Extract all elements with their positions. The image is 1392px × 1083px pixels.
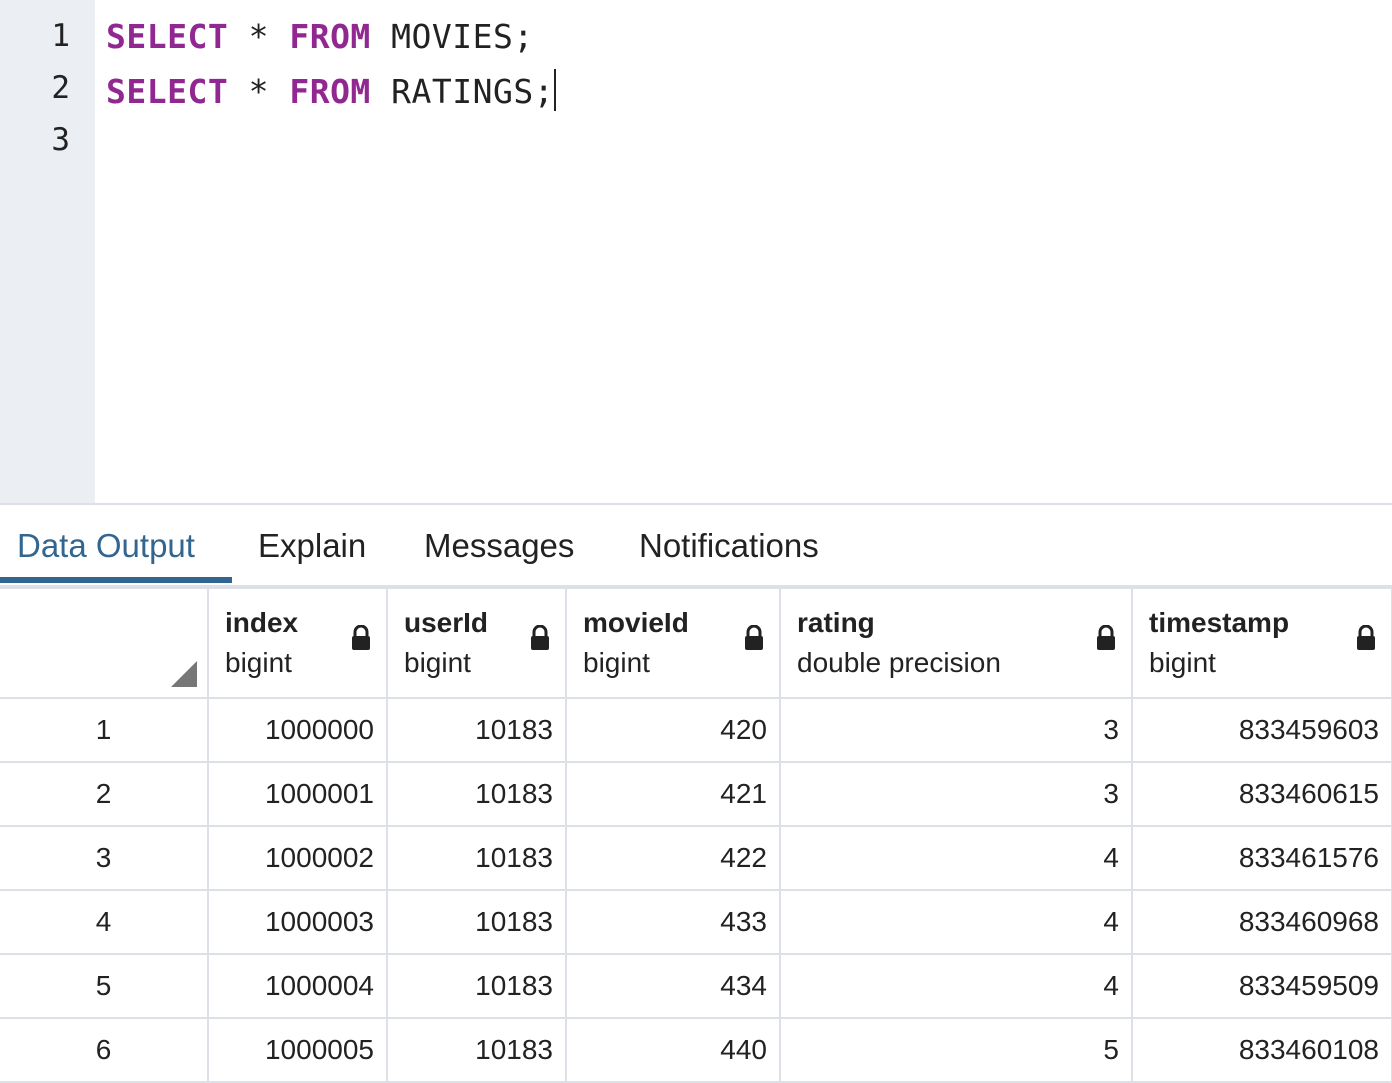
code-line[interactable]: SELECT * FROM MOVIES; <box>106 17 534 56</box>
lock-icon <box>1095 624 1117 651</box>
line-number: 3 <box>51 122 70 158</box>
row-number[interactable]: 4 <box>0 889 209 955</box>
operator: * <box>228 17 290 56</box>
column-name: movieId <box>583 607 689 638</box>
tab-messages[interactable]: Messages <box>424 527 574 565</box>
cell-userid[interactable]: 10183 <box>386 953 567 1019</box>
text-cursor <box>554 69 557 111</box>
cell-rating[interactable]: 4 <box>779 825 1133 891</box>
cell-userid[interactable]: 10183 <box>386 761 567 827</box>
column-header-timestamp[interactable]: timestamp bigint <box>1131 587 1392 699</box>
select-all-corner[interactable] <box>0 587 209 699</box>
identifier: RATINGS; <box>370 72 555 111</box>
column-name: userId <box>404 607 489 638</box>
identifier: MOVIES; <box>370 17 534 56</box>
cell-userid[interactable]: 10183 <box>386 697 567 763</box>
keyword: FROM <box>289 72 371 111</box>
column-type: double precision <box>797 647 1001 678</box>
cell-index[interactable]: 1000001 <box>207 761 388 827</box>
cell-rating[interactable]: 3 <box>779 697 1133 763</box>
row-number[interactable]: 2 <box>0 761 209 827</box>
cell-rating[interactable]: 5 <box>779 1017 1133 1083</box>
cell-index[interactable]: 1000003 <box>207 889 388 955</box>
cell-rating[interactable]: 4 <box>779 889 1133 955</box>
cell-index[interactable]: 1000004 <box>207 953 388 1019</box>
cell-movieid[interactable]: 440 <box>565 1017 781 1083</box>
cell-timestamp[interactable]: 833460615 <box>1131 761 1392 827</box>
column-type: bigint <box>404 647 471 678</box>
tab-notifications[interactable]: Notifications <box>639 527 819 565</box>
keyword: SELECT <box>106 17 229 56</box>
cell-movieid[interactable]: 434 <box>565 953 781 1019</box>
column-header-index[interactable]: index bigint <box>207 587 388 699</box>
cell-timestamp[interactable]: 833460108 <box>1131 1017 1392 1083</box>
table-row[interactable]: 3 1000002 10183 422 4 833461576 <box>0 825 1392 891</box>
line-number: 1 <box>51 18 70 54</box>
lock-icon <box>743 624 765 651</box>
resize-corner-icon <box>171 661 197 687</box>
results-grid: index bigint userId bigint movieId bigint rati… <box>0 587 1392 1083</box>
cell-userid[interactable]: 10183 <box>386 825 567 891</box>
table-row[interactable]: 2 1000001 10183 421 3 833460615 <box>0 761 1392 827</box>
output-tabs: Data Output Explain Messages Notificatio… <box>0 507 1392 587</box>
tab-explain[interactable]: Explain <box>258 527 366 565</box>
column-type: bigint <box>583 647 650 678</box>
code-line[interactable]: SELECT * FROM RATINGS; <box>106 69 557 111</box>
cell-movieid[interactable]: 421 <box>565 761 781 827</box>
cell-userid[interactable]: 10183 <box>386 889 567 955</box>
line-number: 2 <box>51 70 70 106</box>
column-header-userid[interactable]: userId bigint <box>386 587 567 699</box>
cell-userid[interactable]: 10183 <box>386 1017 567 1083</box>
keyword: SELECT <box>106 72 229 111</box>
column-type: bigint <box>1149 647 1216 678</box>
row-number[interactable]: 5 <box>0 953 209 1019</box>
row-number[interactable]: 1 <box>0 697 209 763</box>
tab-data-output[interactable]: Data Output <box>17 527 195 565</box>
row-number[interactable]: 3 <box>0 825 209 891</box>
row-number[interactable]: 6 <box>0 1017 209 1083</box>
column-type: bigint <box>225 647 292 678</box>
cell-movieid[interactable]: 422 <box>565 825 781 891</box>
keyword: FROM <box>289 17 371 56</box>
column-header-rating[interactable]: rating double precision <box>779 587 1133 699</box>
table-row[interactable]: 6 1000005 10183 440 5 833460108 <box>0 1017 1392 1083</box>
lock-icon <box>529 624 551 651</box>
lock-icon <box>1355 624 1377 651</box>
cell-timestamp[interactable]: 833461576 <box>1131 825 1392 891</box>
line-number-gutter: 1 2 3 <box>0 0 95 503</box>
cell-timestamp[interactable]: 833460968 <box>1131 889 1392 955</box>
column-name: rating <box>797 607 875 638</box>
cell-index[interactable]: 1000002 <box>207 825 388 891</box>
column-header-movieid[interactable]: movieId bigint <box>565 587 781 699</box>
operator: * <box>228 72 290 111</box>
cell-movieid[interactable]: 420 <box>565 697 781 763</box>
table-row[interactable]: 1 1000000 10183 420 3 833459603 <box>0 697 1392 763</box>
table-row[interactable]: 5 1000004 10183 434 4 833459509 <box>0 953 1392 1019</box>
active-tab-indicator <box>0 577 232 583</box>
column-name: index <box>225 607 299 638</box>
cell-movieid[interactable]: 433 <box>565 889 781 955</box>
cell-index[interactable]: 1000000 <box>207 697 388 763</box>
cell-timestamp[interactable]: 833459509 <box>1131 953 1392 1019</box>
cell-index[interactable]: 1000005 <box>207 1017 388 1083</box>
cell-rating[interactable]: 3 <box>779 761 1133 827</box>
table-row[interactable]: 4 1000003 10183 433 4 833460968 <box>0 889 1392 955</box>
cell-rating[interactable]: 4 <box>779 953 1133 1019</box>
sql-editor[interactable]: 1 2 3 SELECT * FROM MOVIES; SELECT * FRO… <box>0 0 1392 505</box>
cell-timestamp[interactable]: 833459603 <box>1131 697 1392 763</box>
column-name: timestamp <box>1149 607 1290 638</box>
lock-icon <box>350 624 372 651</box>
